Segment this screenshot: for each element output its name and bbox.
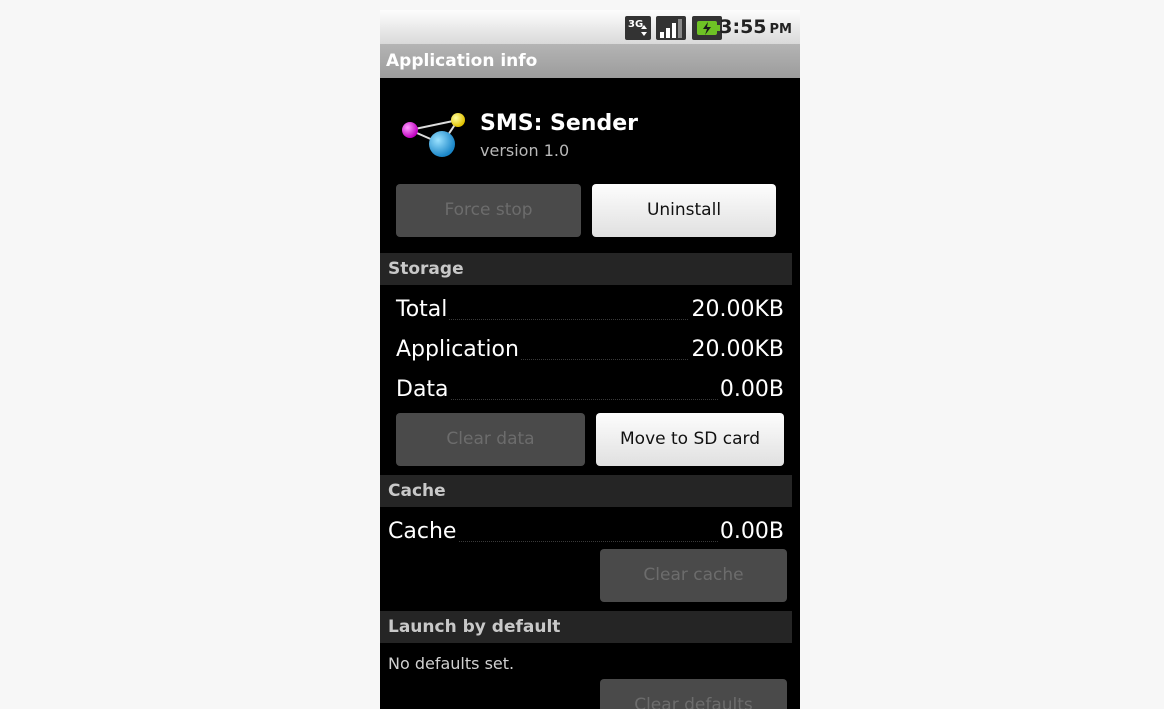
clear-cache-button[interactable]: Clear cache xyxy=(600,549,787,602)
phone-screen: 3G 3:55 PM Application info SMS: Sender … xyxy=(380,10,800,709)
storage-application-label: Application xyxy=(396,332,521,368)
title-bar: Application info xyxy=(380,44,800,78)
clock-ampm: PM xyxy=(769,22,792,37)
clear-data-button[interactable]: Clear data xyxy=(396,413,585,466)
storage-total-label: Total xyxy=(396,292,450,328)
uninstall-button[interactable]: Uninstall xyxy=(592,184,776,237)
storage-application-value: 20.00KB xyxy=(689,332,784,368)
app-version: version 1.0 xyxy=(480,141,570,160)
storage-total-value: 20.00KB xyxy=(689,292,784,328)
move-to-sd-card-button[interactable]: Move to SD card xyxy=(596,413,784,466)
no-defaults-text: No defaults set. xyxy=(388,654,515,673)
status-bar: 3G 3:55 PM xyxy=(380,10,800,44)
storage-section-header: Storage xyxy=(380,253,792,285)
molecule-app-icon xyxy=(402,113,465,157)
app-name: SMS: Sender xyxy=(480,111,638,136)
storage-data-value: 0.00B xyxy=(717,372,784,408)
storage-row-total: Total 20.00KB xyxy=(396,292,784,328)
force-stop-button[interactable]: Force stop xyxy=(396,184,581,237)
cache-section-header: Cache xyxy=(380,475,792,507)
launch-by-default-section-header: Launch by default xyxy=(380,611,792,643)
cache-row: Cache 0.00B xyxy=(388,514,784,550)
signal-strength-icon xyxy=(656,16,686,40)
status-clock: 3:55 PM xyxy=(719,15,792,42)
svg-text:3G: 3G xyxy=(628,19,643,30)
battery-charging-icon xyxy=(692,16,722,40)
storage-data-label: Data xyxy=(396,372,451,408)
clock-time: 3:55 xyxy=(719,16,767,38)
cache-label: Cache xyxy=(388,514,459,550)
storage-row-data: Data 0.00B xyxy=(396,372,784,408)
storage-row-application: Application 20.00KB xyxy=(396,332,784,368)
clear-defaults-button[interactable]: Clear defaults xyxy=(600,679,787,709)
cache-value: 0.00B xyxy=(717,514,784,550)
3g-data-icon: 3G xyxy=(625,16,651,40)
